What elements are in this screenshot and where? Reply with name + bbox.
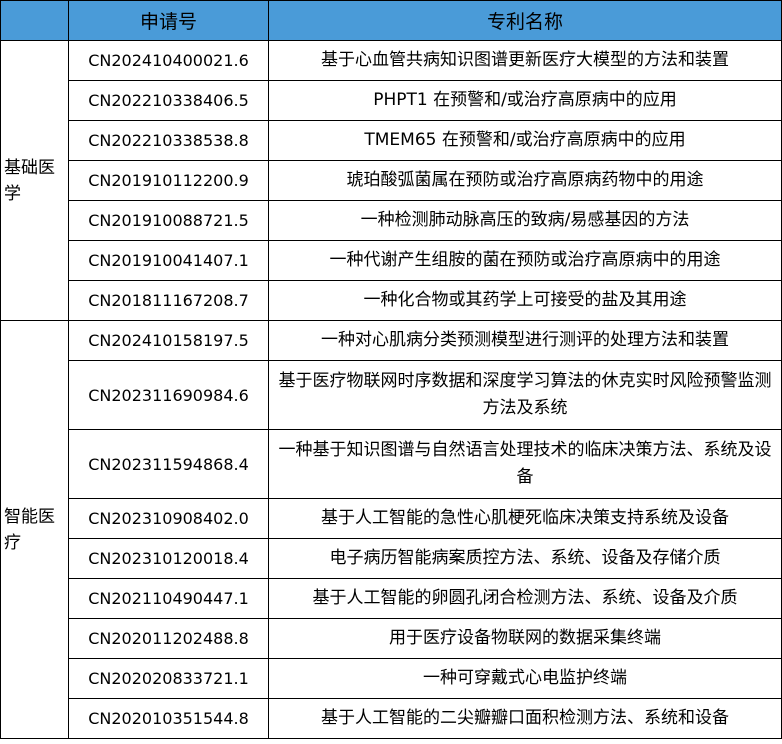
- table-row: 基础医学 CN202410400021.6 基于心血管共病知识图谱更新医疗大模型…: [0, 40, 782, 321]
- table-row: 智能医疗 CN202410158197.5 一种对心肌病分类预测模型进行测评的处…: [0, 320, 782, 739]
- table-row: CN202310908402.0 基于人工智能的急性心肌梗死临床决策支持系统及设…: [1, 498, 782, 539]
- table-row: CN202210338406.5 PHPT1 在预警和/或治疗高原病中的应用: [1, 80, 782, 121]
- header-number: 申请号: [68, 0, 269, 41]
- application-number: CN202410158197.5: [68, 320, 269, 361]
- patent-name: 一种对心肌病分类预测模型进行测评的处理方法和装置: [268, 320, 782, 361]
- category-cell: 基础医学: [0, 40, 69, 321]
- patent-name: 基于心血管共病知识图谱更新医疗大模型的方法和装置: [268, 40, 782, 81]
- table-row: CN202020833721.1 一种可穿戴式心电监护终端: [1, 658, 782, 699]
- header-name: 专利名称: [268, 0, 782, 41]
- application-number: CN201910041407.1: [68, 240, 269, 281]
- table-row: CN201910088721.5 一种检测肺动脉高压的致病/易感基因的方法: [1, 200, 782, 241]
- patent-name: PHPT1 在预警和/或治疗高原病中的应用: [268, 80, 782, 121]
- patent-name: 基于人工智能的二尖瓣瓣口面积检测方法、系统和设备: [268, 698, 782, 739]
- patent-name: 一种检测肺动脉高压的致病/易感基因的方法: [268, 200, 782, 241]
- patent-name: TMEM65 在预警和/或治疗高原病中的应用: [268, 120, 782, 161]
- table-row: CN201811167208.7 一种化合物或其药学上可接受的盐及其用途: [1, 280, 782, 321]
- patent-table: 申请号 专利名称 基础医学 CN202410400021.6 基于心血管共病知识…: [0, 0, 782, 739]
- patent-name: 一种代谢产生组胺的菌在预防或治疗高原病中的用途: [268, 240, 782, 281]
- application-number: CN202310120018.4: [68, 538, 269, 579]
- patent-name: 基于人工智能的卵圆孔闭合检测方法、系统、设备及介质: [268, 578, 782, 619]
- header-category: [0, 0, 69, 41]
- application-number: CN201910088721.5: [68, 200, 269, 241]
- application-number: CN202311594868.4: [68, 429, 269, 499]
- table-row: CN202310120018.4 电子病历智能病案质控方法、系统、设备及存储介质: [1, 538, 782, 579]
- patent-name: 琥珀酸弧菌属在预防或治疗高原病药物中的用途: [268, 160, 782, 201]
- application-number: CN201910112200.9: [68, 160, 269, 201]
- patent-name: 基于人工智能的急性心肌梗死临床决策支持系统及设备: [268, 498, 782, 539]
- application-number: CN202310908402.0: [68, 498, 269, 539]
- table-row: CN202311690984.6 基于医疗物联网时序数据和深度学习算法的休克实时…: [1, 360, 782, 430]
- table-row: CN202210338538.8 TMEM65 在预警和/或治疗高原病中的应用: [1, 120, 782, 161]
- patent-name: 基于医疗物联网时序数据和深度学习算法的休克实时风险预警监测方法及系统: [268, 360, 782, 430]
- application-number: CN202010351544.8: [68, 698, 269, 739]
- application-number: CN202011202488.8: [68, 618, 269, 659]
- application-number: CN202210338406.5: [68, 80, 269, 121]
- application-number: CN202020833721.1: [68, 658, 269, 699]
- category-cell: 智能医疗: [0, 320, 69, 739]
- table-row: CN202110490447.1 基于人工智能的卵圆孔闭合检测方法、系统、设备及…: [1, 578, 782, 619]
- application-number: CN202110490447.1: [68, 578, 269, 619]
- table-row: CN201910112200.9 琥珀酸弧菌属在预防或治疗高原病药物中的用途: [1, 160, 782, 201]
- patent-name: 一种基于知识图谱与自然语言处理技术的临床决策方法、系统及设备: [268, 429, 782, 499]
- application-number: CN202210338538.8: [68, 120, 269, 161]
- table-row: CN201910041407.1 一种代谢产生组胺的菌在预防或治疗高原病中的用途: [1, 240, 782, 281]
- table-row: CN202311594868.4 一种基于知识图谱与自然语言处理技术的临床决策方…: [1, 429, 782, 499]
- application-number: CN202410400021.6: [68, 40, 269, 81]
- header-row: 申请号 专利名称: [0, 0, 782, 41]
- patent-name: 一种化合物或其药学上可接受的盐及其用途: [268, 280, 782, 321]
- patent-name: 用于医疗设备物联网的数据采集终端: [268, 618, 782, 659]
- application-number: CN202311690984.6: [68, 360, 269, 430]
- table-row: CN202010351544.8 基于人工智能的二尖瓣瓣口面积检测方法、系统和设…: [1, 698, 782, 739]
- patent-name: 一种可穿戴式心电监护终端: [268, 658, 782, 699]
- patent-name: 电子病历智能病案质控方法、系统、设备及存储介质: [268, 538, 782, 579]
- application-number: CN201811167208.7: [68, 280, 269, 321]
- table-row: CN202011202488.8 用于医疗设备物联网的数据采集终端: [1, 618, 782, 659]
